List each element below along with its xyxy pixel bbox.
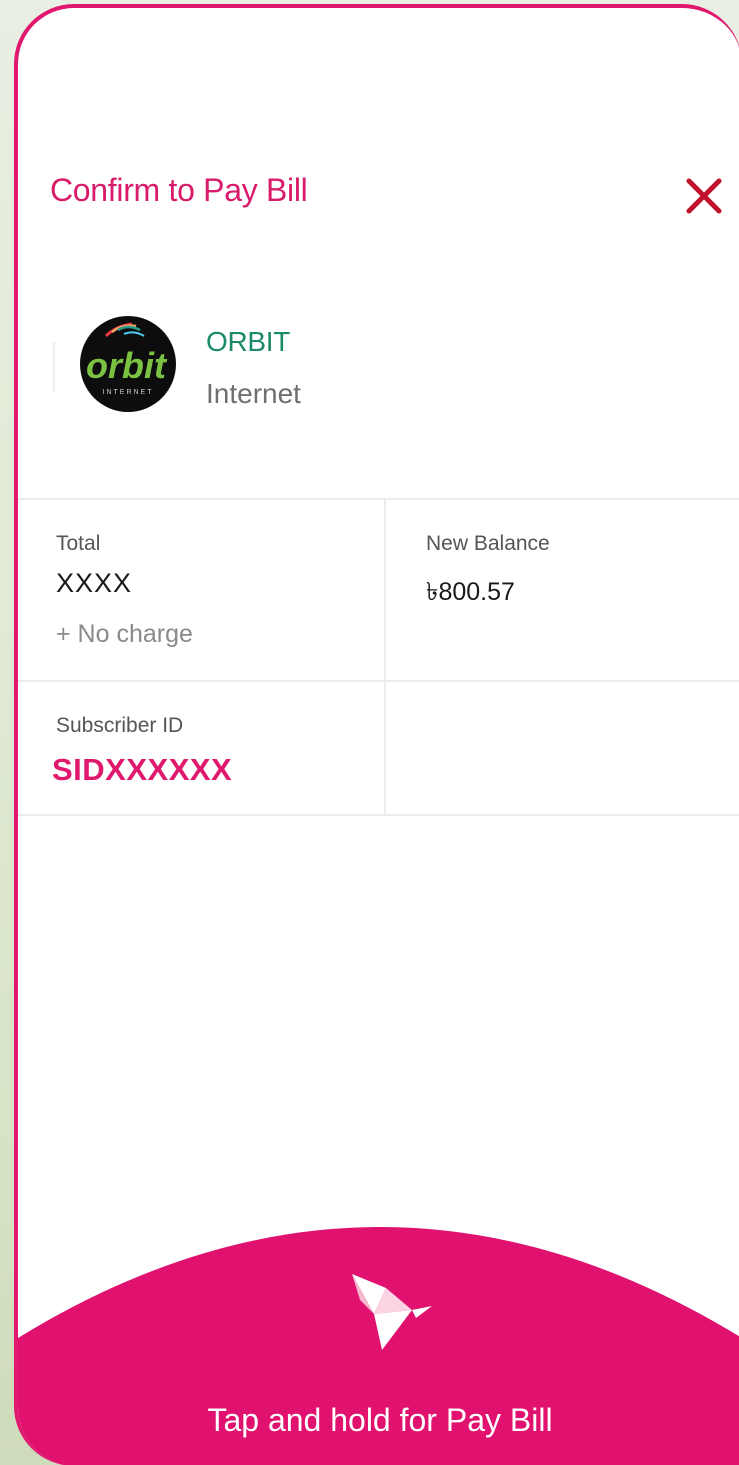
orbit-logo: orbit INTERNET xyxy=(76,312,180,416)
pay-bill-hold-button[interactable]: Tap and hold for Pay Bill xyxy=(18,1226,739,1465)
divider xyxy=(53,342,55,392)
pay-bill-label: Tap and hold for Pay Bill xyxy=(207,1402,553,1438)
logo-wordmark: orbit xyxy=(86,345,168,386)
subscriber-id-label: Subscriber ID xyxy=(56,714,184,737)
subscriber-id-value: SIDXXXXXX xyxy=(52,752,233,787)
divider xyxy=(18,498,739,500)
divider xyxy=(384,498,386,816)
close-button[interactable] xyxy=(682,174,726,218)
logo-subtext: INTERNET xyxy=(103,389,154,396)
biller-name: ORBIT xyxy=(206,326,291,357)
total-value: XXXX xyxy=(56,568,133,598)
new-balance-label: New Balance xyxy=(426,532,550,555)
divider xyxy=(18,680,739,682)
divider xyxy=(18,814,739,816)
biller-info: orbit INTERNET ORBIT Internet xyxy=(18,306,739,416)
biller-type: Internet xyxy=(206,378,301,409)
page-title: Confirm to Pay Bill xyxy=(50,172,308,208)
total-label: Total xyxy=(56,532,101,555)
bkash-bird-icon xyxy=(346,1270,436,1360)
new-balance-value: ৳800.57 xyxy=(426,578,515,606)
close-icon xyxy=(686,178,722,214)
charge-note: + No charge xyxy=(56,620,193,648)
confirm-pay-bill-sheet: Confirm to Pay Bill orbit INTERNET ORBIT… xyxy=(14,4,739,1465)
